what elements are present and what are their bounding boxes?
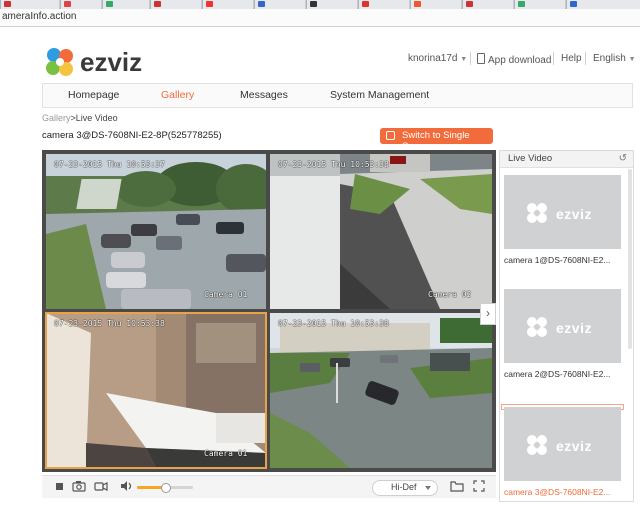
divider bbox=[470, 52, 471, 65]
feed-timestamp: 07-23-2015 Thu 10:53:37 bbox=[54, 160, 165, 169]
browser-tab[interactable] bbox=[254, 0, 305, 9]
address-bar[interactable]: ameraInfo.action bbox=[0, 9, 640, 27]
volume-knob[interactable] bbox=[161, 483, 171, 493]
nav-system-management[interactable]: System Management bbox=[330, 89, 429, 101]
ezviz-logo-icon bbox=[527, 317, 547, 337]
browser-tab[interactable] bbox=[102, 0, 149, 9]
browser-tab[interactable] bbox=[202, 0, 253, 9]
switch-button-label: Switch to Single Screen bbox=[402, 130, 470, 152]
video-feed-2[interactable]: 07-23-2015 Thu 10:53:38 Camera 02 bbox=[270, 154, 492, 309]
phone-icon bbox=[477, 53, 485, 64]
camera-title: camera 3@DS-7608NI-E2-8P(525778255) bbox=[42, 130, 222, 141]
fullscreen-icon[interactable] bbox=[472, 480, 486, 494]
browser-tab[interactable] bbox=[358, 0, 409, 9]
quality-label: Hi-Def bbox=[391, 482, 417, 492]
browser-tab[interactable] bbox=[514, 0, 565, 9]
chevron-right-icon[interactable]: › bbox=[480, 303, 496, 325]
video-feed-4[interactable]: 07-23-2015 Thu 10:53:38 bbox=[270, 313, 492, 468]
nav-messages[interactable]: Messages bbox=[240, 89, 288, 101]
feed-timestamp: 07-23-2015 Thu 10:53:38 bbox=[278, 160, 389, 169]
browser-tab[interactable] bbox=[60, 0, 101, 9]
camera-thumbnail: ezviz bbox=[504, 407, 621, 481]
browser-tab[interactable] bbox=[150, 0, 201, 9]
ezviz-logo-icon bbox=[527, 435, 547, 455]
camera-snapshot-icon[interactable] bbox=[72, 480, 86, 494]
video-feed-3[interactable]: 07-23-2015 Thu 10:53:38 Camera 01 bbox=[45, 312, 267, 469]
live-video-panel: Live Video ↺ ezviz camera 1@DS-7608NI-E2… bbox=[499, 150, 634, 502]
folder-icon[interactable] bbox=[450, 480, 464, 494]
camera-name: camera 2@DS-7608NI-E2... bbox=[504, 369, 611, 379]
nav-homepage[interactable]: Homepage bbox=[68, 89, 119, 101]
panel-scrollbar[interactable] bbox=[628, 169, 632, 349]
language-selector[interactable]: English ▼ bbox=[593, 53, 636, 64]
ezviz-logo-icon bbox=[46, 48, 73, 76]
thumbnail-wordmark: ezviz bbox=[556, 438, 592, 454]
camera-name: camera 1@DS-7608NI-E2... bbox=[504, 255, 611, 265]
camera-feed-image bbox=[270, 154, 492, 309]
divider bbox=[553, 52, 554, 65]
panel-title: Live Video bbox=[508, 153, 553, 164]
browser-tab[interactable] bbox=[306, 0, 357, 9]
refresh-icon[interactable]: ↺ bbox=[619, 153, 627, 164]
video-grid: 07-23-2015 Thu 10:53:37 Camera 01 07-23-… bbox=[42, 150, 496, 472]
username: knorina17d bbox=[408, 53, 458, 64]
video-feed-1[interactable]: 07-23-2015 Thu 10:53:37 Camera 01 bbox=[46, 154, 266, 309]
help-link[interactable]: Help bbox=[561, 53, 582, 64]
breadcrumb: Gallery>Live Video bbox=[42, 113, 118, 123]
thumbnail-wordmark: ezviz bbox=[556, 206, 592, 222]
divider bbox=[585, 52, 586, 65]
playback-controls: Hi-Def bbox=[42, 475, 496, 498]
feed-camera-label: Camera 01 bbox=[204, 290, 248, 299]
thumbnail-wordmark: ezviz bbox=[556, 320, 592, 336]
single-screen-icon bbox=[386, 131, 395, 140]
breadcrumb-gallery[interactable]: Gallery bbox=[42, 113, 71, 123]
browser-tab[interactable] bbox=[566, 0, 640, 9]
record-video-icon[interactable] bbox=[94, 480, 108, 494]
feed-camera-label: Camera 01 bbox=[204, 449, 248, 458]
breadcrumb-current: Live Video bbox=[75, 113, 118, 123]
camera-feed-image bbox=[270, 313, 492, 468]
nav-gallery[interactable]: Gallery bbox=[161, 89, 194, 101]
camera-name: camera 3@DS-7608NI-E2... bbox=[504, 487, 611, 497]
browser-tab[interactable] bbox=[410, 0, 461, 9]
volume-slider[interactable] bbox=[137, 483, 193, 493]
camera-feed-image bbox=[46, 313, 266, 468]
feed-camera-label: Camera 02 bbox=[428, 290, 472, 299]
camera-feed-image bbox=[46, 154, 266, 309]
main-nav: Homepage Gallery Messages System Managem… bbox=[42, 83, 633, 108]
ezviz-logo-icon bbox=[527, 203, 547, 223]
app-download-link[interactable]: App download bbox=[477, 53, 551, 66]
browser-tab[interactable] bbox=[0, 0, 59, 9]
quality-selector[interactable]: Hi-Def bbox=[372, 480, 438, 496]
chevron-down-icon: ▼ bbox=[628, 56, 636, 63]
brand-wordmark: ezviz bbox=[80, 47, 143, 77]
feed-timestamp: 07-23-2015 Thu 10:53:38 bbox=[54, 319, 165, 328]
user-menu[interactable]: knorina17d ▼ bbox=[408, 53, 467, 64]
camera-thumbnail: ezviz bbox=[504, 175, 621, 249]
browser-tab[interactable] bbox=[462, 0, 513, 9]
url-text: ameraInfo.action bbox=[2, 11, 77, 22]
stop-icon[interactable] bbox=[52, 480, 66, 494]
language-label: English bbox=[593, 53, 626, 64]
volume-icon[interactable] bbox=[120, 480, 134, 494]
feed-timestamp: 07-23-2015 Thu 10:53:38 bbox=[278, 319, 389, 328]
camera-thumbnail: ezviz bbox=[504, 289, 621, 363]
app-download-label: App download bbox=[488, 55, 552, 66]
panel-header: Live Video ↺ bbox=[500, 151, 633, 168]
chevron-down-icon: ▼ bbox=[460, 56, 468, 63]
browser-tab-bar bbox=[0, 0, 640, 9]
switch-single-screen-button[interactable]: Switch to Single Screen bbox=[380, 128, 493, 152]
caret-down-icon bbox=[425, 486, 431, 490]
